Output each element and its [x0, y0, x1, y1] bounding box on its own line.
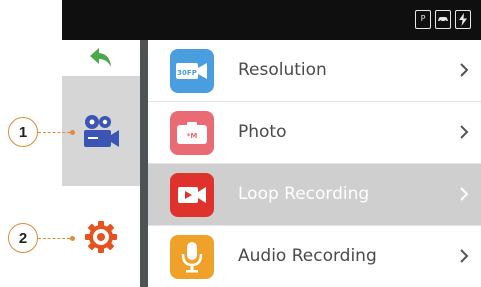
menu-item-loop-recording[interactable]: Loop Recording [148, 164, 481, 226]
battery-charging-icon [455, 10, 471, 29]
menu-item-label: Photo [238, 122, 287, 142]
status-icons: P [415, 10, 471, 29]
menu-item-audio-recording[interactable]: Audio Recording [148, 226, 481, 287]
loop-recording-icon [170, 173, 214, 217]
menu-item-photo[interactable]: *M Photo [148, 102, 481, 164]
resolution-icon: 30FP [170, 49, 214, 93]
callout-1: 1 [8, 117, 75, 147]
chevron-right-icon [460, 63, 469, 77]
microphone-icon [170, 235, 214, 279]
callout-number: 1 [8, 117, 38, 147]
svg-text:*M: *M [187, 132, 198, 140]
callout-number: 2 [8, 223, 38, 253]
gear-icon [85, 220, 117, 253]
menu-item-label: Loop Recording [238, 184, 370, 204]
parking-mode-icon: P [415, 10, 431, 29]
chevron-right-icon [460, 125, 469, 139]
back-button[interactable] [62, 40, 140, 76]
chevron-right-icon [460, 187, 469, 201]
menu-item-label: Audio Recording [238, 246, 377, 266]
callout-leader-line [38, 131, 70, 133]
menu-item-label: Resolution [238, 60, 327, 80]
video-camera-icon [84, 115, 119, 147]
callout-dot [70, 129, 75, 135]
callout-dot [70, 235, 75, 241]
chevron-right-icon [460, 249, 469, 263]
callout-leader-line [38, 237, 70, 239]
status-bar: P [62, 0, 481, 40]
svg-text:30FP: 30FP [177, 69, 197, 77]
callout-2: 2 [8, 223, 75, 253]
settings-menu: 30FP Resolution *M Photo Loop Recording … [148, 40, 481, 287]
device-screen: P 30FP Resolution *M Photo Loop Recordin… [62, 0, 481, 287]
menu-item-resolution[interactable]: 30FP Resolution [148, 40, 481, 102]
photo-camera-icon: *M [170, 111, 214, 155]
car-mode-icon [435, 10, 451, 29]
back-arrow-icon [90, 48, 111, 67]
